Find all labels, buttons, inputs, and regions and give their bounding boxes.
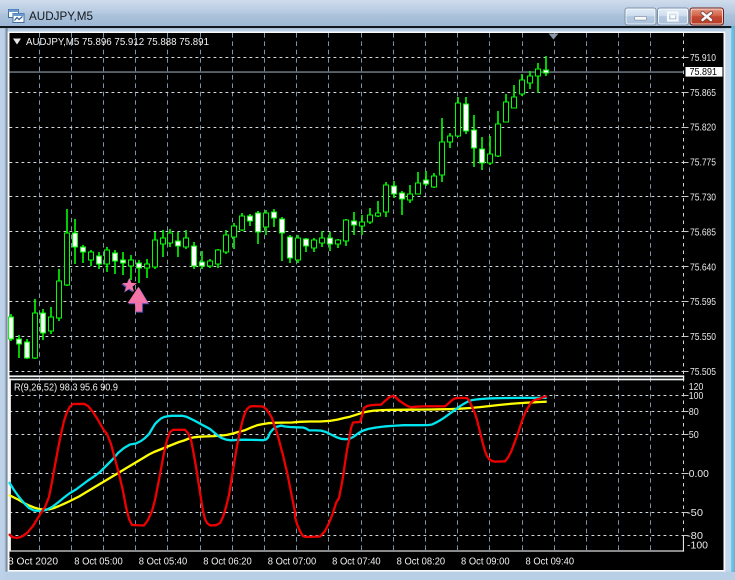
svg-text:8 Oct 07:40: 8 Oct 07:40 xyxy=(332,557,381,568)
svg-text:75.505: 75.505 xyxy=(690,366,716,378)
svg-text:8 Oct 05:00: 8 Oct 05:00 xyxy=(74,557,123,568)
svg-text:75.595: 75.595 xyxy=(690,296,716,308)
svg-text:75.865: 75.865 xyxy=(690,87,716,99)
svg-text:75.550: 75.550 xyxy=(690,331,716,343)
svg-text:80: 80 xyxy=(689,406,699,418)
svg-text:120: 120 xyxy=(689,381,704,393)
svg-text:8 Oct 06:20: 8 Oct 06:20 xyxy=(203,557,252,568)
svg-text:-50: -50 xyxy=(687,507,703,519)
svg-text:75.910: 75.910 xyxy=(690,52,716,64)
svg-text:50: 50 xyxy=(689,429,699,441)
svg-text:AUDJPY,M5 75.896 75.912 75.88: AUDJPY,M5 75.896 75.912 75.888 75.891 xyxy=(26,36,209,48)
svg-text:AUDJPY,M5: AUDJPY,M5 xyxy=(29,11,93,23)
svg-text:R(9,26,52) 98.3 95.6 90.9: R(9,26,52) 98.3 95.6 90.9 xyxy=(14,382,118,394)
svg-text:8 Oct 09:40: 8 Oct 09:40 xyxy=(526,557,575,568)
svg-text:75.685: 75.685 xyxy=(690,226,716,238)
svg-text:0.00: 0.00 xyxy=(689,468,709,480)
svg-text:8 Oct 2020: 8 Oct 2020 xyxy=(8,557,58,568)
svg-text:8 Oct 09:00: 8 Oct 09:00 xyxy=(461,557,510,568)
svg-text:75.640: 75.640 xyxy=(690,261,716,273)
svg-text:75.891: 75.891 xyxy=(690,66,718,78)
svg-text:8 Oct 08:20: 8 Oct 08:20 xyxy=(397,557,446,568)
svg-text:75.730: 75.730 xyxy=(690,192,716,204)
svg-text:75.775: 75.775 xyxy=(690,157,716,169)
svg-text:75.820: 75.820 xyxy=(690,122,716,134)
svg-text:8 Oct 07:00: 8 Oct 07:00 xyxy=(268,557,317,568)
svg-text:8 Oct 05:40: 8 Oct 05:40 xyxy=(139,557,188,568)
svg-text:-100: -100 xyxy=(687,540,708,552)
